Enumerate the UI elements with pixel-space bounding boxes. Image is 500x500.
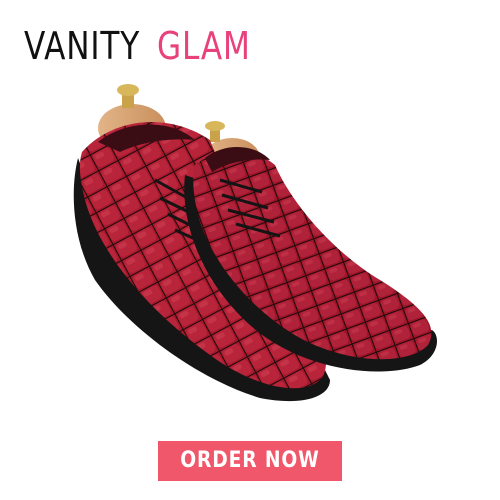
product-image — [73, 84, 437, 402]
ad-banner: VANITY GLAM ORDER NOW — [0, 0, 500, 500]
brand-name-accent: GLAM — [156, 24, 251, 68]
order-now-label: ORDER NOW — [180, 448, 320, 473]
brand-name-primary: VANITY — [24, 24, 141, 68]
order-now-button[interactable]: ORDER NOW — [158, 441, 342, 481]
brand-logo: VANITY GLAM — [24, 22, 271, 70]
